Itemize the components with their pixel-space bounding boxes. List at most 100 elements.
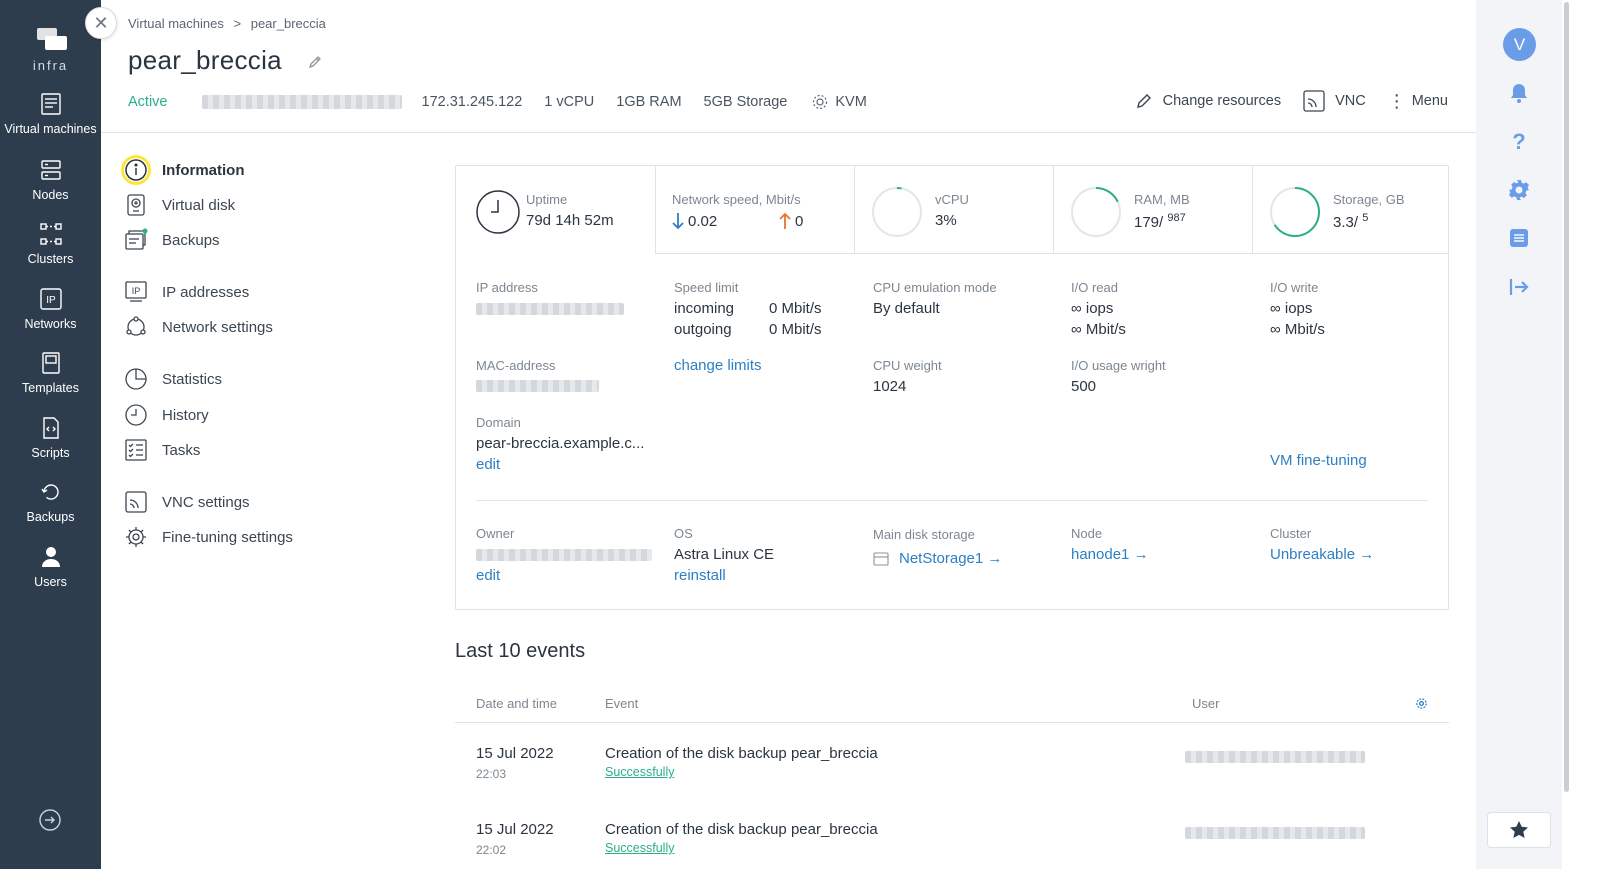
table-row: 15 Jul 2022 22:03 Creation of the disk b… (455, 745, 1449, 815)
collapse-nav-icon[interactable] (38, 808, 62, 832)
os-value: Astra Linux CE (674, 546, 775, 563)
os-reinstall-link[interactable]: reinstall (674, 567, 726, 584)
nav-item-virtual-machines[interactable]: Virtual machines (0, 92, 101, 136)
pencil-icon[interactable] (307, 54, 323, 70)
status-badge: Active (128, 94, 168, 110)
submenu-statistics[interactable]: Statistics (124, 365, 222, 393)
storage-used: 3.3 (1333, 214, 1354, 231)
submenu-label: Tasks (162, 441, 201, 459)
change-limits-link[interactable]: change limits (674, 357, 762, 374)
submenu-ip-addresses[interactable]: IP IP addresses (124, 278, 249, 306)
submenu-label: IP addresses (162, 283, 250, 301)
submenu-network-settings[interactable]: Network settings (124, 313, 273, 341)
favorites-button[interactable] (1487, 812, 1551, 848)
metric-network-speed: Network speed, Mbit/s 0.02 0 (655, 166, 854, 254)
avatar[interactable]: V (1503, 28, 1536, 61)
docs-icon[interactable] (1508, 227, 1530, 249)
users-icon (39, 545, 63, 569)
metric-ram: RAM, MB 179/ 987 (1053, 166, 1252, 254)
submenu-backups[interactable]: Backups (124, 226, 220, 254)
incoming-label: incoming (674, 300, 735, 317)
redacted-user (1185, 751, 1365, 763)
events-table-header: Date and time Event User (455, 690, 1449, 723)
nav-item-networks[interactable]: IP Networks (0, 287, 101, 331)
submenu-history[interactable]: History (124, 401, 209, 429)
clock-icon (124, 403, 148, 427)
submenu-label: Statistics (162, 370, 223, 388)
backups-icon (124, 228, 148, 252)
menu-label: Menu (1411, 93, 1448, 109)
submenu-label: Backups (162, 231, 220, 249)
disk-storage-link[interactable]: NetStorage1 → (899, 550, 1002, 567)
nav-item-scripts[interactable]: Scripts (0, 416, 101, 460)
io-read-iops: ∞ iops (1071, 300, 1114, 317)
scripts-icon (39, 416, 63, 440)
nav-item-backups[interactable]: Backups (0, 480, 101, 524)
node-link[interactable]: hanode1 → (1071, 546, 1149, 563)
event-time: 22:03 (476, 767, 507, 781)
nav-label: Clusters (27, 252, 74, 266)
clock-icon (476, 190, 520, 234)
nav-label: Backups (26, 510, 75, 524)
vnc-button[interactable]: VNC (1303, 90, 1366, 112)
arrow-up-icon (779, 212, 791, 229)
scrollbar[interactable] (1562, 0, 1600, 869)
app-logo[interactable]: infra (0, 26, 101, 73)
header-actions: Change resources VNC ⋮ Menu (1113, 90, 1448, 112)
io-write-mbit: ∞ Mbit/s (1270, 321, 1325, 338)
io-read-mbit: ∞ Mbit/s (1071, 321, 1126, 338)
settings-gear-icon[interactable] (1508, 179, 1530, 201)
nav-label: Users (34, 575, 67, 589)
close-icon[interactable]: ✕ (85, 7, 117, 39)
nav-item-nodes[interactable]: Nodes (0, 158, 101, 202)
event-status[interactable]: Successfully (605, 765, 674, 779)
table-settings-icon[interactable] (1415, 697, 1428, 713)
menu-button[interactable]: ⋮ Menu (1387, 91, 1448, 111)
submenu-vnc-settings[interactable]: VNC settings (124, 488, 250, 516)
ip-icon: IP (124, 280, 148, 304)
nav-label: Templates (22, 381, 79, 395)
cpu-emulation-value: By default (873, 300, 940, 317)
cpu-weight-label: CPU weight (873, 358, 942, 373)
svg-text:IP: IP (46, 295, 56, 306)
domain-edit-link[interactable]: edit (476, 456, 500, 473)
breadcrumb-parent[interactable]: Virtual machines (128, 16, 224, 31)
table-row: 15 Jul 2022 22:02 Creation of the disk b… (455, 821, 1449, 869)
col-user: User (1192, 696, 1220, 711)
disk-storage-label: Main disk storage (873, 527, 975, 542)
submenu-label: History (162, 406, 209, 424)
storage-gauge (1270, 187, 1320, 237)
submenu-tasks[interactable]: Tasks (124, 436, 200, 464)
event-text: Creation of the disk backup pear_breccia (605, 745, 878, 762)
col-date: Date and time (476, 696, 557, 711)
io-write-iops: ∞ iops (1270, 300, 1313, 317)
ram-total: 987 (1167, 212, 1186, 224)
submenu-label: VNC settings (162, 493, 250, 511)
domain-value: pear-breccia.example.c... (476, 435, 645, 452)
cluster-link[interactable]: Unbreakable → (1270, 546, 1374, 563)
submenu-virtual-disk[interactable]: Virtual disk (124, 191, 235, 219)
vm-fine-tuning-link[interactable]: VM fine-tuning (1270, 452, 1367, 469)
change-resources-button[interactable]: Change resources (1135, 92, 1281, 110)
ram-used: 179 (1134, 214, 1160, 231)
backups-icon (39, 480, 63, 504)
vnc-label: VNC (1335, 93, 1366, 109)
kebab-icon: ⋮ (1387, 91, 1406, 111)
event-text: Creation of the disk backup pear_breccia (605, 821, 878, 838)
help-icon[interactable]: ? (1508, 129, 1530, 154)
bell-icon[interactable] (1508, 82, 1530, 104)
redacted-ip-address (476, 303, 624, 315)
submenu-information[interactable]: Information (124, 156, 245, 184)
owner-edit-link[interactable]: edit (476, 567, 500, 584)
submenu-fine-tuning[interactable]: Fine-tuning settings (124, 523, 293, 551)
logout-icon[interactable] (1508, 276, 1530, 298)
nav-item-users[interactable]: Users (0, 545, 101, 589)
nav-item-templates[interactable]: Templates (0, 351, 101, 395)
ip-address-label: IP address (476, 280, 538, 295)
gear-cluster-icon (813, 94, 828, 110)
scrollbar-thumb[interactable] (1564, 2, 1569, 792)
nav-item-clusters[interactable]: Clusters (0, 222, 101, 266)
io-read-label: I/O read (1071, 280, 1118, 295)
event-status[interactable]: Successfully (605, 841, 674, 855)
logo-text: infra (32, 58, 69, 73)
